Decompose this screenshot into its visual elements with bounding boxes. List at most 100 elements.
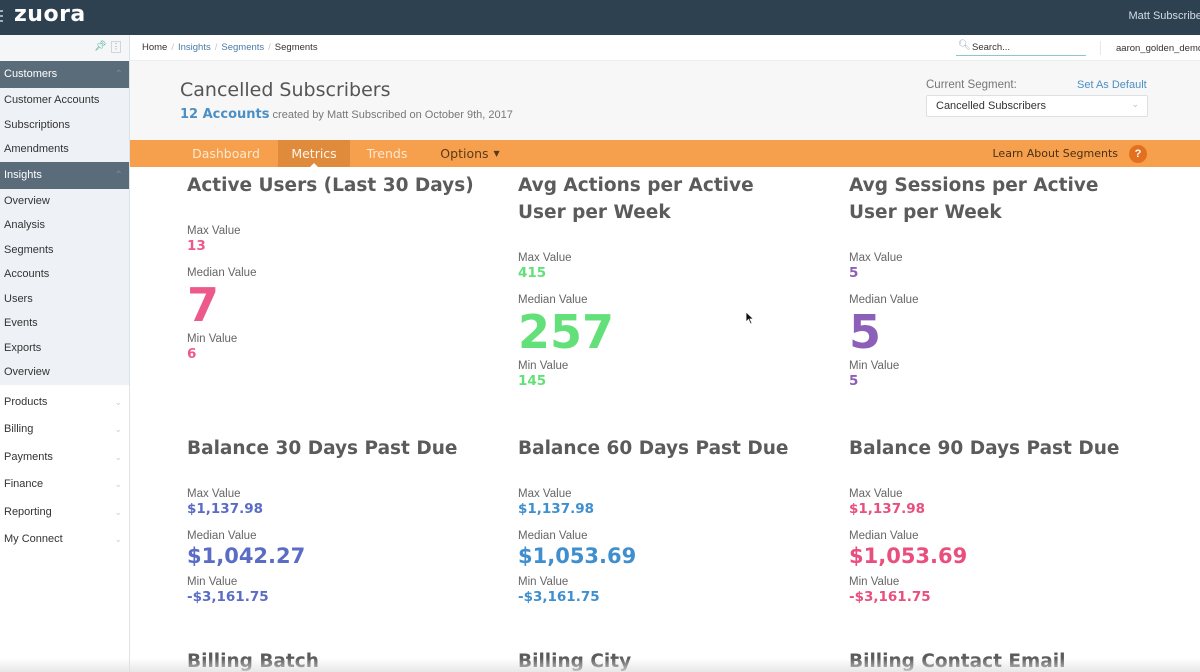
median-value: $1,053.69: [518, 544, 637, 568]
min-value: -$3,161.75: [849, 589, 931, 605]
metrics-grid: Active Users (Last 30 Days) Max Value 13…: [130, 167, 1200, 672]
min-label: Min Value: [849, 576, 900, 588]
metric-card: Avg Actions per Active User per Week Max…: [518, 172, 778, 390]
help-icon[interactable]: ?: [1129, 145, 1147, 163]
sidebar-section-customers[interactable]: Customers ⌃: [0, 61, 129, 88]
metric-title: Balance 30 Days Past Due: [187, 438, 458, 459]
segment-select[interactable]: Cancelled Subscribers ⌄: [926, 95, 1148, 117]
options-dropdown[interactable]: Options ▼: [430, 140, 510, 167]
chevron-up-icon: ⌃: [114, 169, 123, 181]
search-input[interactable]: 🔍︎ Search...: [956, 40, 1086, 56]
sidebar-item-events[interactable]: Events: [0, 311, 129, 336]
created-by-text: created by Matt Subscribed on October 9t…: [272, 109, 513, 121]
metric-card: Active Users (Last 30 Days) Max Value 13…: [187, 172, 507, 363]
set-as-default-link[interactable]: Set As Default: [1077, 79, 1147, 91]
breadcrumb-insights[interactable]: Insights: [178, 42, 211, 53]
metric-title: Active Users (Last 30 Days): [187, 175, 474, 196]
min-value: 145: [518, 373, 547, 389]
metric-card: Balance 60 Days Past Due Max Value $1,13…: [518, 435, 838, 606]
median-label: Median Value: [849, 294, 919, 306]
sidebar-item-subscriptions[interactable]: Subscriptions: [0, 112, 129, 137]
max-label: Max Value: [849, 252, 903, 264]
min-value: 6: [187, 346, 197, 362]
max-value: $1,137.98: [518, 501, 595, 517]
metric-title: Balance 90 Days Past Due: [849, 438, 1120, 459]
median-label: Median Value: [187, 530, 257, 542]
min-label: Min Value: [849, 360, 900, 372]
sidebar-item-overview[interactable]: Overview: [0, 188, 129, 213]
tab-dashboard[interactable]: Dashboard: [180, 140, 272, 167]
sidebar-item-reporting[interactable]: Reporting ⌄: [0, 498, 129, 526]
min-label: Min Value: [187, 576, 238, 588]
sidebar-item-overview-2[interactable]: Overview: [0, 360, 129, 385]
top-bar: zuora Matt Subscribed: [0, 0, 1200, 35]
median-value: 5: [849, 305, 882, 359]
sidebar-item-analysis[interactable]: Analysis: [0, 213, 129, 238]
sidebar-item-finance[interactable]: Finance ⌄: [0, 471, 129, 499]
metric-card: Balance 30 Days Past Due Max Value $1,13…: [187, 435, 507, 606]
caret-down-icon: ▼: [493, 149, 500, 158]
chevron-down-icon: ⌄: [1131, 99, 1139, 109]
max-label: Max Value: [518, 252, 572, 264]
user-menu[interactable]: Matt Subscribed: [1129, 10, 1200, 22]
metric-title: Avg Actions per Active User per Week: [518, 175, 754, 223]
sidebar-item-amendments[interactable]: Amendments: [0, 137, 129, 162]
mouse-cursor-icon: [745, 311, 755, 325]
more-options-icon[interactable]: ⋮: [111, 41, 121, 53]
median-label: Median Value: [849, 530, 919, 542]
breadcrumb-bar: Home / Insights / Segments / Segments 🔍︎ Searc…: [130, 35, 1200, 61]
tab-metrics[interactable]: Metrics: [278, 140, 350, 168]
sidebar-item-customer-accounts[interactable]: Customer Accounts: [0, 88, 129, 113]
sidebar-item-accounts[interactable]: Accounts: [0, 262, 129, 287]
menu-icon[interactable]: [0, 10, 4, 24]
chevron-down-icon: ⌄: [114, 396, 122, 407]
min-label: Min Value: [518, 360, 569, 372]
sidebar-item-my-connect[interactable]: My Connect ⌄: [0, 526, 129, 554]
median-value: $1,042.27: [187, 544, 306, 568]
sidebar-item-payments[interactable]: Payments ⌄: [0, 443, 129, 471]
sidebar-section-insights[interactable]: Insights ⌃: [0, 161, 129, 189]
learn-about-segments-link[interactable]: Learn About Segments: [993, 147, 1119, 160]
metric-title: Avg Sessions per Active User per Week: [849, 175, 1099, 223]
max-label: Max Value: [849, 488, 903, 500]
sidebar-item-exports[interactable]: Exports: [0, 335, 129, 360]
sidebar-item-billing[interactable]: Billing ⌄: [0, 416, 129, 444]
breadcrumb: Home / Insights / Segments / Segments: [142, 42, 318, 53]
max-value: 415: [518, 265, 547, 281]
median-value: 7: [187, 278, 220, 332]
pin-icon[interactable]: 📌︎: [94, 41, 107, 52]
sidebar-item-segments[interactable]: Segments: [0, 237, 129, 262]
max-label: Max Value: [187, 225, 241, 237]
chevron-down-icon: ⌄: [114, 534, 122, 544]
min-value: -$3,161.75: [187, 589, 269, 605]
chevron-down-icon: ⌄: [114, 506, 122, 517]
tenant-switcher[interactable]: aaron_golden_demo: [1116, 43, 1200, 54]
chevron-down-icon: ⌄: [114, 479, 122, 489]
sidebar-item-products[interactable]: Products ⌄: [0, 388, 129, 416]
median-value: $1,053.69: [849, 544, 968, 568]
min-value: -$3,161.75: [518, 589, 600, 605]
metric-title: Balance 60 Days Past Due: [518, 438, 789, 459]
sidebar-item-users[interactable]: Users: [0, 286, 129, 311]
page-title: Cancelled Subscribers: [180, 79, 391, 101]
max-value: $1,137.98: [849, 501, 926, 517]
tab-bar: Dashboard Metrics Trends Options ▼ Learn …: [130, 140, 1200, 168]
account-count-link[interactable]: 12 Accounts: [180, 107, 269, 122]
breadcrumb-current: Segments: [274, 42, 318, 53]
chevron-down-icon: ⌄: [114, 424, 122, 434]
max-label: Max Value: [518, 488, 572, 500]
segment-header: Cancelled Subscribers 12 Accounts create…: [130, 61, 1200, 140]
segment-subtitle: 12 Accounts created by Matt Subscribed o…: [180, 107, 513, 122]
tab-trends[interactable]: Trends: [355, 140, 419, 167]
metric-card: Balance 90 Days Past Due Max Value $1,13…: [849, 435, 1169, 606]
bottom-shadow: [0, 658, 1200, 672]
metric-card: Avg Sessions per Active User per Week Ma…: [849, 172, 1109, 390]
median-value: 257: [518, 305, 615, 359]
max-label: Max Value: [187, 488, 241, 500]
min-label: Min Value: [187, 333, 238, 345]
breadcrumb-home[interactable]: Home: [142, 42, 167, 53]
chevron-down-icon: ⌄: [114, 451, 122, 462]
chevron-up-icon: ⌃: [114, 69, 123, 80]
breadcrumb-segments[interactable]: Segments: [221, 42, 264, 53]
zuora-logo[interactable]: zuora: [14, 2, 86, 27]
